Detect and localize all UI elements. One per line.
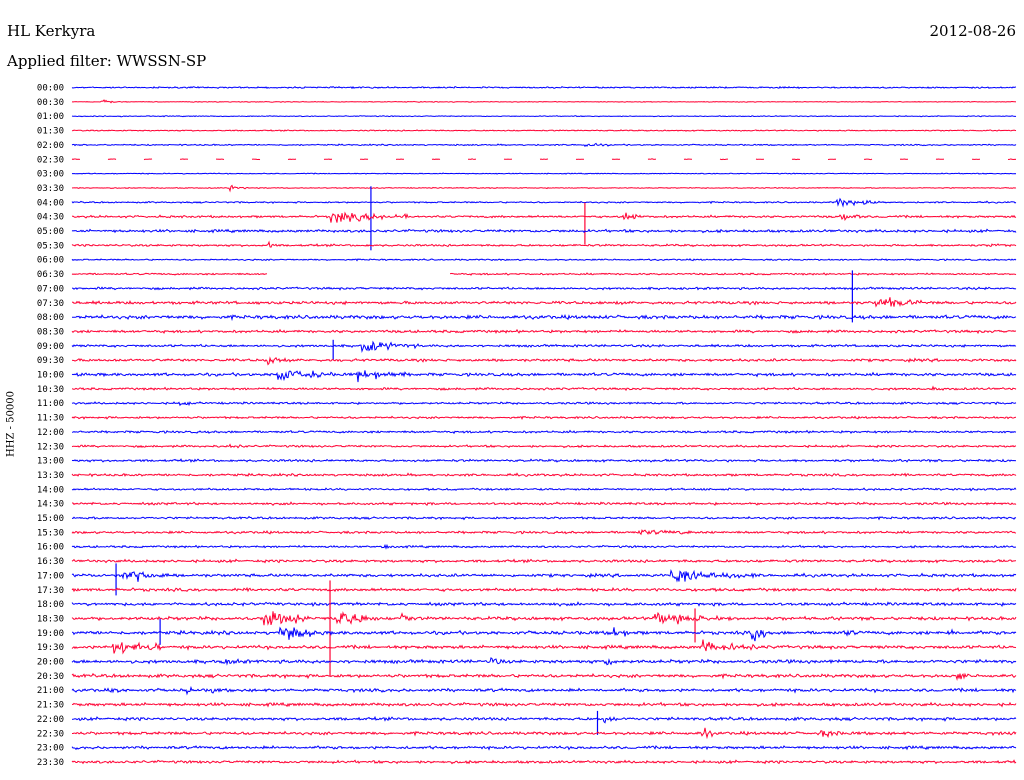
trace-row-0800: [71, 313, 1017, 322]
row-time-label: 18:00: [37, 600, 64, 610]
trace-row-0200: [71, 142, 1017, 148]
row-time-label: 09:30: [37, 356, 64, 366]
row-time-label: 08:30: [37, 327, 64, 337]
trace-row-1830: [71, 611, 1017, 626]
row-time-label: 22:30: [37, 729, 64, 739]
row-time-label: 06:30: [37, 270, 64, 280]
trace-row-0500: [71, 228, 1017, 234]
row-time-label: 23:30: [37, 758, 64, 768]
trace-row-1930: [71, 639, 1017, 655]
trace-row-1130: [71, 415, 1017, 420]
row-time-label: 16:30: [37, 557, 64, 567]
trace-row-0530: [71, 240, 1017, 248]
trace-row-1800: [71, 601, 1017, 608]
row-time-label: 18:30: [37, 614, 64, 624]
row-time-label: 11:30: [37, 414, 64, 424]
trace-row-1100: [71, 401, 1017, 407]
row-time-label: 22:00: [37, 715, 64, 725]
row-time-label: 21:00: [37, 686, 64, 696]
trace-row-0700: [71, 286, 1017, 291]
row-time-label: 07:00: [37, 284, 64, 294]
trace-row-0100: [71, 115, 1017, 118]
trace-row-1230: [71, 443, 1017, 449]
trace-row-2130: [71, 701, 1017, 708]
row-time-label: 01:30: [37, 127, 64, 137]
trace-row-0300: [71, 172, 1017, 175]
trace-row-0630: [71, 272, 1017, 276]
row-time-label: 08:00: [37, 313, 64, 323]
row-time-label: 03:00: [37, 170, 64, 180]
trace-row-1600: [71, 543, 1016, 550]
trace-row-0030: [71, 99, 1017, 104]
trace-row-1400: [71, 487, 1017, 492]
trace-row-2330: [71, 759, 1017, 765]
row-time-label: 02:30: [37, 155, 64, 165]
row-time-label: 13:00: [37, 457, 64, 467]
trace-row-1000: [71, 370, 1017, 383]
trace-row-1700: [71, 569, 1017, 583]
trace-row-0900: [71, 340, 1017, 353]
row-time-label: 07:30: [37, 299, 64, 309]
trace-row-1300: [71, 458, 1017, 463]
row-time-label: 10:00: [37, 371, 64, 381]
row-time-label: 15:00: [37, 514, 64, 524]
trace-row-2000: [71, 657, 1017, 666]
row-time-label: 03:30: [37, 184, 64, 194]
row-time-label: 17:00: [37, 571, 64, 581]
helicorder-plot: 00:00 00:30 01:00 01:30 02:00 02:30 03:00 03:30…: [37, 84, 1017, 768]
row-time-label: 11:00: [37, 399, 64, 409]
row-time-label: 19:00: [37, 629, 64, 639]
row-time-label: 14:00: [37, 485, 64, 495]
row-time-label: 05:30: [37, 241, 64, 251]
trace-row-1430: [72, 501, 1017, 506]
trace-row-2300: [71, 744, 1017, 751]
row-time-label: 04:30: [37, 213, 64, 223]
row-time-label: 17:30: [37, 586, 64, 596]
row-time-label: 04:00: [37, 198, 64, 208]
row-time-label: 00:00: [37, 84, 64, 94]
row-time-label: 12:30: [37, 442, 64, 452]
trace-row-0130: [71, 129, 1017, 132]
trace-row-2230: [72, 727, 1017, 740]
row-time-label: 01:00: [37, 112, 64, 122]
trace-row-1500: [71, 515, 1017, 521]
row-time-label: 02:00: [37, 141, 64, 151]
row-time-label: 16:00: [37, 543, 64, 553]
row-time-label: 20:00: [37, 658, 64, 668]
row-time-label: 10:30: [37, 385, 64, 395]
row-time-label: 12:00: [37, 428, 64, 438]
trace-row-1330: [71, 472, 1017, 478]
trace-row-0830: [71, 328, 1017, 335]
trace-row-0000: [71, 85, 1017, 90]
trace-row-2100: [71, 685, 1017, 696]
row-time-label: 06:00: [37, 256, 64, 266]
trace-row-0930: [71, 356, 1017, 366]
row-time-label: 13:30: [37, 471, 64, 481]
row-time-label: 23:00: [37, 744, 64, 754]
row-time-label: 05:00: [37, 227, 64, 237]
trace-row-1030: [71, 385, 1017, 392]
row-time-label: 09:00: [37, 342, 64, 352]
row-time-label: 20:30: [37, 672, 64, 682]
trace-row-2200: [71, 715, 1017, 724]
trace-row-1530: [71, 529, 1017, 536]
row-time-label: 21:30: [37, 701, 64, 711]
trace-row-0430: [71, 211, 1017, 223]
row-time-label: 19:30: [37, 643, 64, 653]
trace-row-1730: [71, 586, 1017, 593]
trace-row-0730: [71, 297, 1017, 308]
row-time-label: 00:30: [37, 98, 64, 108]
row-time-label: 15:30: [37, 528, 64, 538]
trace-row-1900: [71, 626, 1017, 642]
trace-row-0330: [71, 184, 1017, 193]
trace-row-0230: [71, 158, 1017, 161]
trace-row-1630: [71, 558, 1016, 564]
trace-row-0600: [71, 258, 1017, 262]
trace-row-1200: [71, 429, 1017, 435]
row-time-label: 14:30: [37, 500, 64, 510]
trace-row-0400: [71, 197, 1017, 208]
trace-row-2030: [71, 672, 1017, 682]
